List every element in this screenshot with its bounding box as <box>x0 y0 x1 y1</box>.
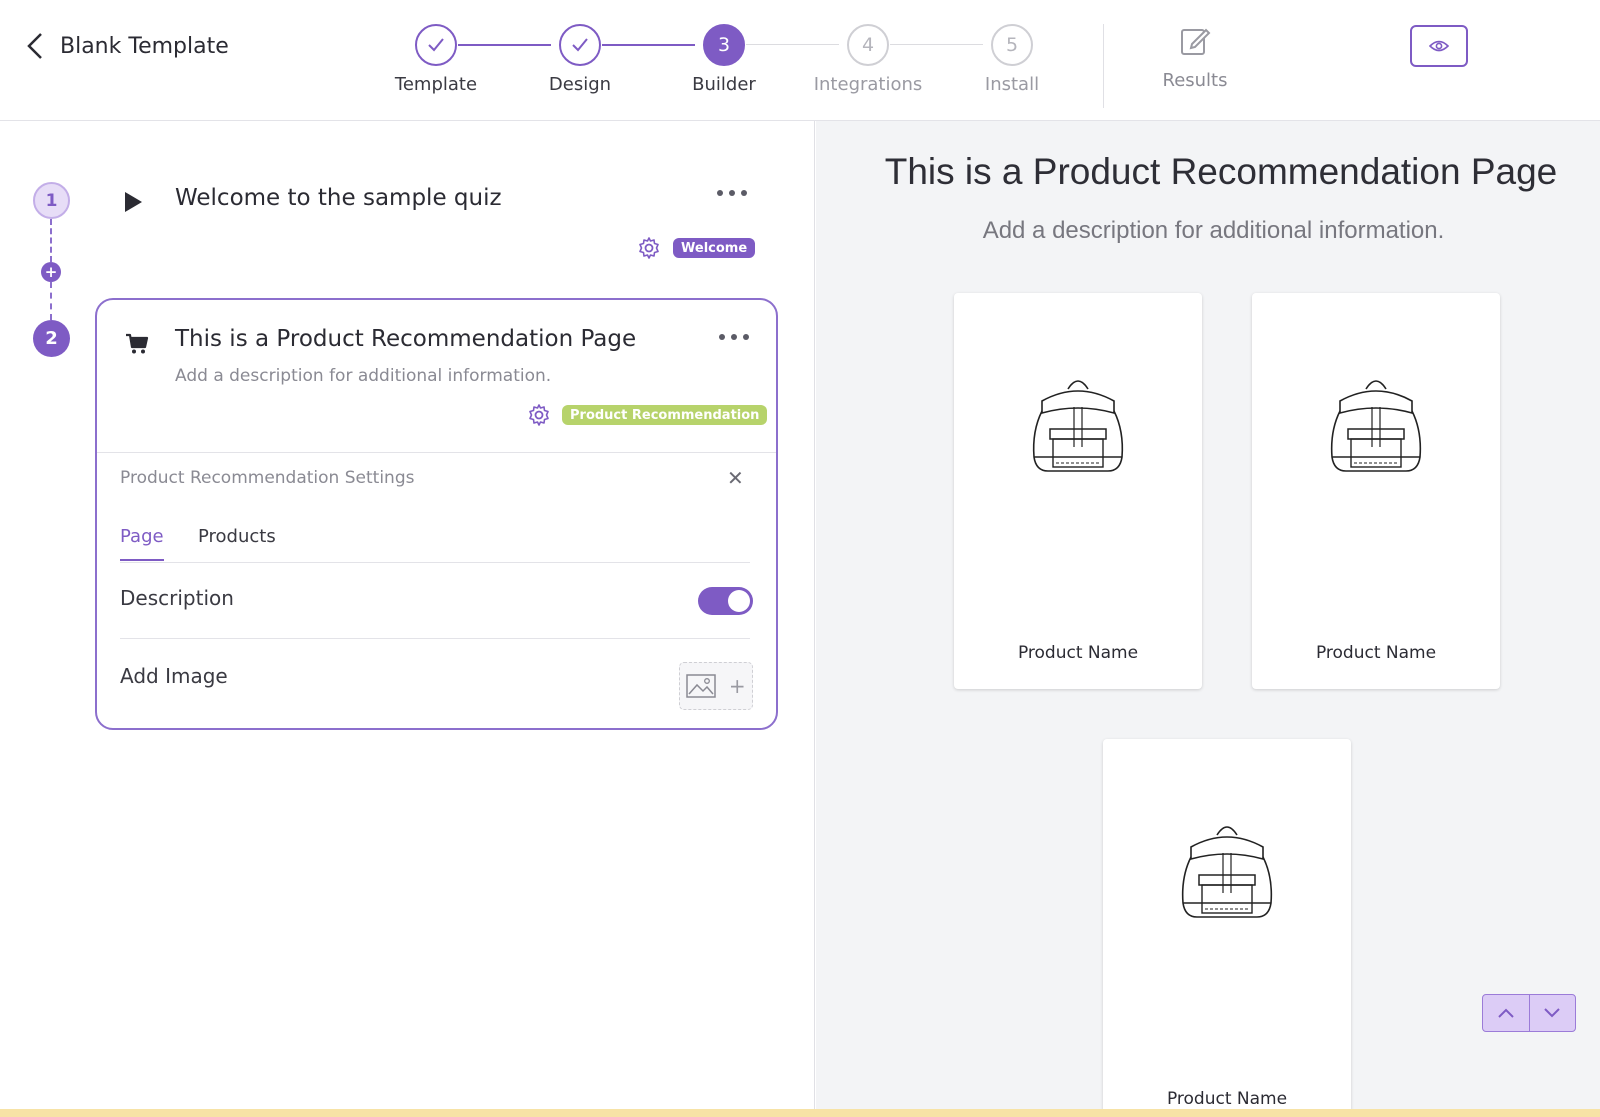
preview-title: This is a Product Recommendation Page <box>884 151 1558 192</box>
product-name: Product Name <box>1315 643 1437 663</box>
preview-description: Add a description for additional informa… <box>982 217 1445 244</box>
gear-icon[interactable] <box>527 403 551 427</box>
timeline-line <box>50 219 52 262</box>
edit-icon <box>1181 28 1211 55</box>
backpack-icon <box>1330 380 1422 472</box>
question-title: Welcome to the sample quiz <box>175 185 502 211</box>
check-icon <box>559 24 601 66</box>
close-icon[interactable]: ✕ <box>727 466 744 490</box>
bottom-notice-bar <box>0 1109 1600 1117</box>
question-type-badge: Product Recommendation <box>562 405 768 425</box>
description-setting-label: Description <box>120 586 234 610</box>
gear-icon[interactable] <box>637 236 661 260</box>
question-number[interactable]: 2 <box>33 320 70 357</box>
add-image-label: Add Image <box>120 664 228 688</box>
toggle-knob <box>728 590 750 612</box>
settings-divider <box>97 452 776 453</box>
template-name: Blank Template <box>60 33 229 59</box>
plus-icon: + <box>728 674 746 698</box>
step-integrations[interactable]: 4 Integrations <box>813 24 923 95</box>
question-type-badge: Welcome <box>673 238 756 258</box>
question-card-welcome[interactable]: Welcome to the sample quiz Welcome <box>95 161 775 261</box>
eye-icon <box>1429 40 1449 52</box>
step-builder[interactable]: 3 Builder <box>669 24 779 95</box>
step-number: 4 <box>847 24 889 66</box>
question-nav-arrows <box>1482 994 1576 1032</box>
row-divider <box>120 638 750 639</box>
results-label: Results <box>1162 70 1228 91</box>
timeline-line <box>50 282 52 320</box>
description-toggle[interactable] <box>698 587 753 615</box>
question-description: Add a description for additional informa… <box>175 366 552 386</box>
step-template[interactable]: Template <box>381 24 491 95</box>
preview-button[interactable] <box>1410 25 1468 67</box>
step-label: Builder <box>692 74 756 95</box>
more-options-icon[interactable] <box>717 186 747 200</box>
question-title: This is a Product Recommendation Page <box>175 326 637 352</box>
backpack-icon <box>1181 826 1273 918</box>
tab-divider <box>120 562 750 563</box>
backpack-icon <box>1032 380 1124 472</box>
product-name: Product Name <box>1017 643 1139 663</box>
settings-title: Product Recommendation Settings <box>120 468 415 488</box>
product-card[interactable]: Product Name <box>954 293 1202 689</box>
chevron-down-icon[interactable] <box>1528 995 1575 1031</box>
add-image-button[interactable]: + <box>679 662 753 710</box>
step-label: Integrations <box>813 74 923 95</box>
check-icon <box>415 24 457 66</box>
step-label: Design <box>548 74 612 95</box>
more-options-icon[interactable] <box>719 330 749 344</box>
image-icon <box>686 674 717 698</box>
tab-products[interactable]: Products <box>198 526 276 559</box>
header-divider <box>1103 24 1104 108</box>
builder-panel: 1 + 2 Welcome to the sample quiz Welcome… <box>0 121 815 1117</box>
step-number: 3 <box>703 24 745 66</box>
cart-icon <box>126 333 149 354</box>
chevron-up-icon[interactable] <box>1483 995 1529 1031</box>
product-card[interactable]: Product Name <box>1252 293 1500 689</box>
step-label: Template <box>394 74 478 95</box>
step-number: 5 <box>991 24 1033 66</box>
question-number[interactable]: 1 <box>33 182 70 219</box>
step-label: Install <box>984 74 1040 95</box>
chevron-left-icon <box>27 33 42 59</box>
tab-page[interactable]: Page <box>120 526 164 561</box>
product-card[interactable]: Product Name <box>1103 739 1351 1117</box>
add-question-button[interactable]: + <box>41 262 61 282</box>
product-name: Product Name <box>1166 1089 1288 1109</box>
play-icon <box>125 192 142 212</box>
top-bar: Blank Template Template Design 3 Builder… <box>0 0 1600 121</box>
back-button[interactable]: Blank Template <box>24 30 229 62</box>
results-button[interactable]: Results <box>1145 24 1245 91</box>
step-install[interactable]: 5 Install <box>957 24 1067 95</box>
step-design[interactable]: Design <box>525 24 635 95</box>
preview-panel: This is a Product Recommendation Page Ad… <box>816 121 1600 1117</box>
question-card-product-recommendation[interactable]: This is a Product Recommendation Page Ad… <box>95 298 778 730</box>
